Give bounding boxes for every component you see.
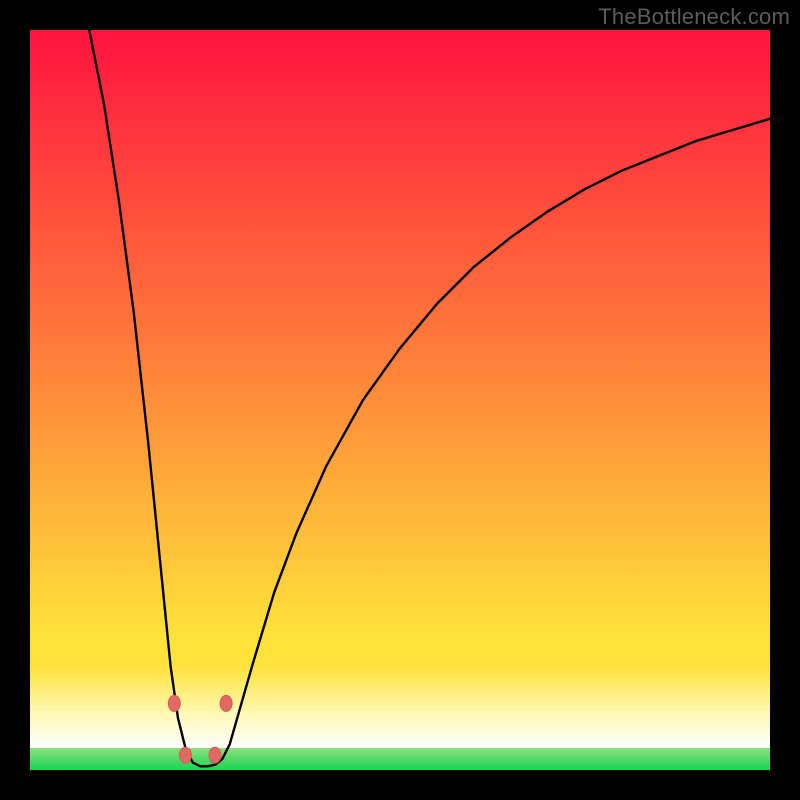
highlight-marker (220, 695, 232, 711)
highlight-marker (179, 747, 191, 763)
highlight-markers (168, 695, 232, 763)
curve-layer (30, 30, 770, 770)
plot-area (30, 30, 770, 770)
bottleneck-curve (89, 30, 770, 766)
watermark-text: TheBottleneck.com (598, 4, 790, 30)
highlight-marker (209, 747, 221, 763)
highlight-marker (168, 695, 180, 711)
